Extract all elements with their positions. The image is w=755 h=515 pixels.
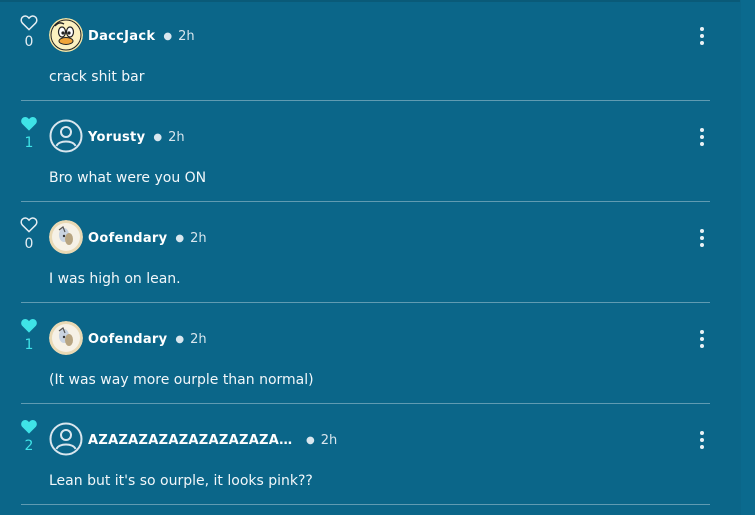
heart-outline-icon [20,217,38,233]
timestamp: 2h [168,129,185,145]
timestamp: 2h [190,331,207,347]
username[interactable]: Oofendary [88,332,167,347]
like-count: 2 [24,438,34,454]
like-count: 0 [24,34,34,50]
heart-outline-icon [20,15,38,31]
username[interactable]: DaccJack [88,29,155,44]
duck-avatar-icon[interactable] [49,18,83,52]
username[interactable]: AZAZAZAZAZAZAZAZAZAZA... [88,433,298,448]
timestamp: 2h [190,230,207,246]
comment-text: Lean but it's so ourple, it looks pink?? [49,473,313,489]
comment-text: Bro what were you ON [49,170,207,186]
comment-text: (It was way more ourple than normal) [49,372,314,388]
like-count: 1 [24,135,34,151]
separator-dot: ● [153,131,163,143]
like-count: 0 [24,236,34,252]
username[interactable]: Oofendary [88,231,167,246]
like-button[interactable]: 1 [19,115,39,151]
like-button[interactable]: 1 [19,317,39,353]
comment-meta: Oofendary ● 2h [88,229,207,247]
separator-dot: ● [306,434,315,446]
heart-filled-icon [21,419,37,434]
separator-dot: ● [163,30,173,42]
default-user-icon[interactable] [49,422,83,456]
character-avatar-icon[interactable] [49,321,83,355]
timestamp: 2h [320,432,338,448]
heart-filled-icon [21,318,37,333]
separator-dot: ● [175,232,185,244]
more-options-icon[interactable] [699,229,705,247]
separator-dot: ● [175,333,185,345]
more-options-icon[interactable] [699,27,705,45]
comment-item: 0 DaccJack ● 2h crack shit bar [0,0,755,101]
more-options-icon[interactable] [699,431,705,449]
default-user-icon[interactable] [49,119,83,153]
heart-filled-icon [21,116,37,131]
more-options-icon[interactable] [699,330,705,348]
like-count: 1 [24,337,34,353]
like-button[interactable]: 0 [19,216,39,252]
comment-text: I was high on lean. [49,271,181,287]
character-avatar-icon[interactable] [49,220,83,254]
comment-meta: Yorusty ● 2h [88,128,185,146]
more-options-icon[interactable] [699,128,705,146]
comment-item: 1 Yorusty ● 2h Bro what were you ON [0,101,755,202]
comment-item: 1 Oofendary ● 2h (It was way more ourple… [0,303,755,404]
timestamp: 2h [178,28,195,44]
like-button[interactable]: 0 [19,14,39,50]
like-button[interactable]: 2 [19,418,39,454]
comment-item: 0 Oofendary ● 2h I was high on lean. [0,202,755,303]
comment-meta: AZAZAZAZAZAZAZAZAZAZA... ● 2h [88,431,337,449]
comment-list: 0 DaccJack ● 2h crack shit bar 1 Yorusty… [0,0,755,505]
comment-meta: DaccJack ● 2h [88,27,195,45]
comment-text: crack shit bar [49,69,145,85]
comment-meta: Oofendary ● 2h [88,330,207,348]
divider [21,504,710,505]
username[interactable]: Yorusty [88,130,145,145]
comment-item: 2 AZAZAZAZAZAZAZAZAZAZA... ● 2h Lean but… [0,404,755,505]
